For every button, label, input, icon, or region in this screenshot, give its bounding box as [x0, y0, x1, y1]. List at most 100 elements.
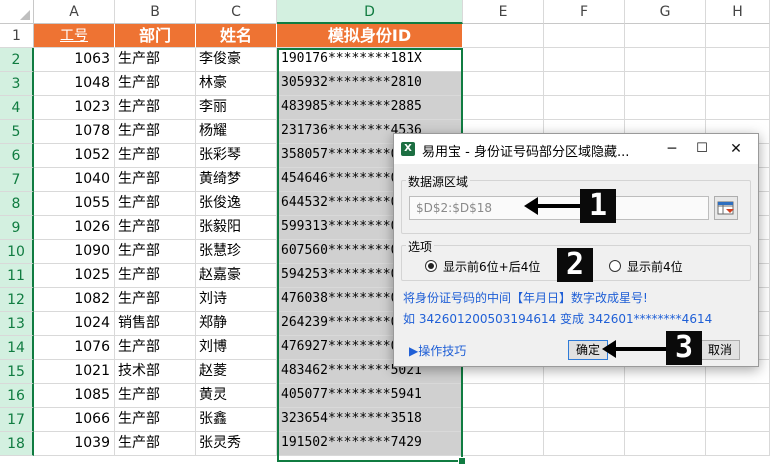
table-cell-dept[interactable]: 生产部: [115, 120, 196, 144]
table-cell-name[interactable]: 赵嘉豪: [196, 264, 277, 288]
table-cell-mock-id[interactable]: 483985********2885: [277, 96, 463, 120]
table-cell-name[interactable]: 张毅阳: [196, 216, 277, 240]
empty-cell[interactable]: [625, 96, 706, 120]
row-header[interactable]: 3: [0, 72, 34, 96]
table-cell-mock-id[interactable]: 405077********5941: [277, 384, 463, 408]
row-header[interactable]: 9: [0, 216, 34, 240]
column-header-a[interactable]: A: [34, 0, 115, 24]
row-header[interactable]: 6: [0, 144, 34, 168]
empty-cell[interactable]: [463, 96, 544, 120]
empty-cell[interactable]: [463, 48, 544, 72]
table-cell-id[interactable]: 1025: [34, 264, 115, 288]
table-cell-id[interactable]: 1076: [34, 336, 115, 360]
table-cell-id[interactable]: 1023: [34, 96, 115, 120]
column-header-d[interactable]: D: [277, 0, 463, 24]
table-cell-name[interactable]: 李俊豪: [196, 48, 277, 72]
tips-link[interactable]: ▶操作技巧: [409, 342, 466, 359]
empty-cell[interactable]: [706, 408, 770, 432]
row-header[interactable]: 1: [0, 24, 34, 48]
table-cell-name[interactable]: 郑静: [196, 312, 277, 336]
table-cell-dept[interactable]: 生产部: [115, 288, 196, 312]
range-picker-button[interactable]: [714, 196, 738, 220]
cancel-button[interactable]: 取消: [700, 340, 740, 360]
table-cell-dept[interactable]: 生产部: [115, 384, 196, 408]
table-cell-id[interactable]: 1090: [34, 240, 115, 264]
header-cell-name[interactable]: 姓名: [196, 24, 277, 48]
table-cell-id[interactable]: 1040: [34, 168, 115, 192]
table-cell-id[interactable]: 1055: [34, 192, 115, 216]
empty-cell[interactable]: [463, 24, 544, 48]
column-header-e[interactable]: E: [463, 0, 544, 24]
dialog-titlebar[interactable]: X 易用宝 - 身份证号码部分区域隐藏... ─ ☐ ✕: [394, 134, 758, 164]
column-header-g[interactable]: G: [625, 0, 706, 24]
row-header[interactable]: 11: [0, 264, 34, 288]
option-first4-radio[interactable]: [609, 260, 621, 272]
table-cell-id[interactable]: 1085: [34, 384, 115, 408]
row-header[interactable]: 5: [0, 120, 34, 144]
empty-cell[interactable]: [544, 432, 625, 456]
column-header-b[interactable]: B: [115, 0, 196, 24]
table-cell-name[interactable]: 刘博: [196, 336, 277, 360]
table-cell-name[interactable]: 张灵秀: [196, 432, 277, 456]
table-cell-mock-id[interactable]: 323654********3518: [277, 408, 463, 432]
table-cell-dept[interactable]: 生产部: [115, 192, 196, 216]
row-header[interactable]: 18: [0, 432, 34, 456]
source-range-input[interactable]: $D$2:$D$18: [409, 196, 709, 220]
empty-cell[interactable]: [625, 24, 706, 48]
header-cell-id[interactable]: 工号: [34, 24, 115, 48]
table-cell-dept[interactable]: 生产部: [115, 48, 196, 72]
table-cell-id[interactable]: 1066: [34, 408, 115, 432]
option-first6-last4-radio[interactable]: [425, 260, 437, 272]
empty-cell[interactable]: [706, 48, 770, 72]
table-cell-dept[interactable]: 生产部: [115, 264, 196, 288]
table-cell-dept[interactable]: 生产部: [115, 432, 196, 456]
empty-cell[interactable]: [706, 384, 770, 408]
table-cell-id[interactable]: 1048: [34, 72, 115, 96]
row-header[interactable]: 7: [0, 168, 34, 192]
empty-cell[interactable]: [625, 408, 706, 432]
table-cell-name[interactable]: 林豪: [196, 72, 277, 96]
table-cell-dept[interactable]: 生产部: [115, 72, 196, 96]
row-header[interactable]: 16: [0, 384, 34, 408]
table-cell-name[interactable]: 黄绮梦: [196, 168, 277, 192]
empty-cell[interactable]: [544, 72, 625, 96]
table-cell-dept[interactable]: 生产部: [115, 216, 196, 240]
empty-cell[interactable]: [625, 384, 706, 408]
table-cell-name[interactable]: 赵菱: [196, 360, 277, 384]
table-cell-dept[interactable]: 生产部: [115, 336, 196, 360]
row-header[interactable]: 13: [0, 312, 34, 336]
row-header[interactable]: 10: [0, 240, 34, 264]
table-cell-dept[interactable]: 生产部: [115, 240, 196, 264]
table-cell-dept[interactable]: 生产部: [115, 144, 196, 168]
maximize-button[interactable]: ☐: [688, 138, 716, 160]
table-cell-id[interactable]: 1026: [34, 216, 115, 240]
empty-cell[interactable]: [706, 96, 770, 120]
table-cell-mock-id[interactable]: 190176********181X: [277, 48, 463, 72]
empty-cell[interactable]: [625, 432, 706, 456]
table-cell-dept[interactable]: 生产部: [115, 96, 196, 120]
option-first6-last4-label[interactable]: 显示前6位+后4位: [443, 258, 540, 275]
table-cell-id[interactable]: 1082: [34, 288, 115, 312]
table-cell-name[interactable]: 张俊逸: [196, 192, 277, 216]
empty-cell[interactable]: [463, 72, 544, 96]
row-header[interactable]: 17: [0, 408, 34, 432]
table-cell-name[interactable]: 黄灵: [196, 384, 277, 408]
table-cell-name[interactable]: 张鑫: [196, 408, 277, 432]
column-header-c[interactable]: C: [196, 0, 277, 24]
option-first4-label[interactable]: 显示前4位: [627, 258, 683, 275]
close-button[interactable]: ✕: [722, 138, 750, 160]
table-cell-id[interactable]: 1039: [34, 432, 115, 456]
empty-cell[interactable]: [544, 48, 625, 72]
table-cell-dept[interactable]: 技术部: [115, 360, 196, 384]
table-cell-name[interactable]: 张慧珍: [196, 240, 277, 264]
select-all-corner[interactable]: [0, 0, 34, 24]
table-cell-id[interactable]: 1063: [34, 48, 115, 72]
table-cell-name[interactable]: 刘诗: [196, 288, 277, 312]
column-header-f[interactable]: F: [544, 0, 625, 24]
empty-cell[interactable]: [544, 24, 625, 48]
empty-cell[interactable]: [463, 408, 544, 432]
table-cell-id[interactable]: 1024: [34, 312, 115, 336]
row-header[interactable]: 2: [0, 48, 34, 72]
empty-cell[interactable]: [463, 384, 544, 408]
row-header[interactable]: 14: [0, 336, 34, 360]
